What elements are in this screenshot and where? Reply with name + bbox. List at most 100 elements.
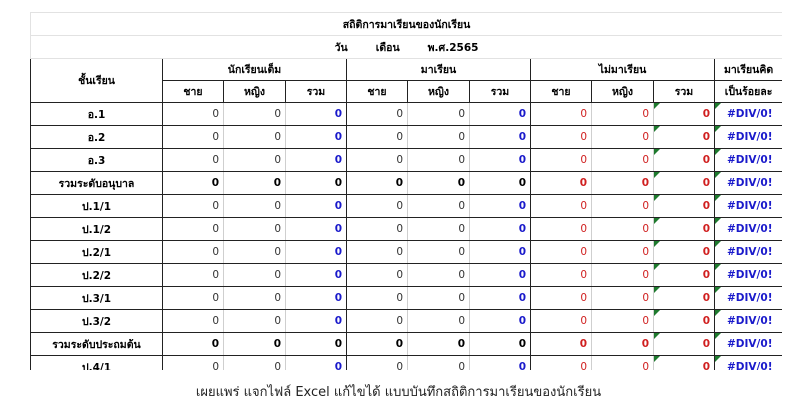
- present-female-cell[interactable]: 0: [407, 148, 470, 172]
- absent-total-cell[interactable]: 0: [653, 217, 715, 241]
- full-female-cell[interactable]: 0: [223, 286, 286, 310]
- absent-male-cell[interactable]: 0: [530, 102, 592, 126]
- present-total-cell[interactable]: 0: [469, 332, 531, 356]
- full-male-cell[interactable]: 0: [162, 355, 224, 370]
- full-total-cell[interactable]: 0: [285, 332, 347, 356]
- present-total-cell[interactable]: 0: [469, 286, 531, 310]
- grade-cell[interactable]: ป.2/1: [30, 240, 163, 264]
- full-total-cell[interactable]: 0: [285, 286, 347, 310]
- present-total-cell[interactable]: 0: [469, 240, 531, 264]
- present-male-cell[interactable]: 0: [346, 125, 408, 149]
- absent-male-cell[interactable]: 0: [530, 217, 592, 241]
- absent-female-cell[interactable]: 0: [591, 309, 654, 333]
- full-male-cell[interactable]: 0: [162, 217, 224, 241]
- percent-cell[interactable]: #DIV/0!: [713, 286, 782, 310]
- present-female-cell[interactable]: 0: [407, 194, 470, 218]
- present-female-cell[interactable]: 0: [407, 309, 470, 333]
- full-male-cell[interactable]: 0: [162, 102, 224, 126]
- full-total-cell[interactable]: 0: [285, 309, 347, 333]
- present-male-cell[interactable]: 0: [346, 217, 408, 241]
- header-present-male[interactable]: ชาย: [346, 80, 408, 103]
- present-male-cell[interactable]: 0: [346, 240, 408, 264]
- full-male-cell[interactable]: 0: [162, 286, 224, 310]
- absent-total-cell[interactable]: 0: [653, 171, 715, 195]
- grade-cell[interactable]: ป.3/1: [30, 286, 163, 310]
- absent-female-cell[interactable]: 0: [591, 148, 654, 172]
- absent-female-cell[interactable]: 0: [591, 332, 654, 356]
- full-female-cell[interactable]: 0: [223, 194, 286, 218]
- present-total-cell[interactable]: 0: [469, 125, 531, 149]
- full-male-cell[interactable]: 0: [162, 125, 224, 149]
- present-total-cell[interactable]: 0: [469, 263, 531, 287]
- full-female-cell[interactable]: 0: [223, 355, 286, 370]
- present-total-cell[interactable]: 0: [469, 309, 531, 333]
- full-total-cell[interactable]: 0: [285, 148, 347, 172]
- absent-female-cell[interactable]: 0: [591, 263, 654, 287]
- grade-cell[interactable]: ป.1/2: [30, 217, 163, 241]
- absent-male-cell[interactable]: 0: [530, 355, 592, 370]
- full-total-cell[interactable]: 0: [285, 102, 347, 126]
- full-female-cell[interactable]: 0: [223, 309, 286, 333]
- percent-cell[interactable]: #DIV/0!: [713, 217, 782, 241]
- absent-total-cell[interactable]: 0: [653, 148, 715, 172]
- absent-female-cell[interactable]: 0: [591, 217, 654, 241]
- header-full[interactable]: นักเรียนเต็ม: [162, 58, 347, 81]
- grade-cell[interactable]: ป.4/1: [30, 355, 163, 370]
- header-percent-2[interactable]: เป็นร้อยละ: [713, 80, 782, 103]
- present-male-cell[interactable]: 0: [346, 171, 408, 195]
- grade-cell[interactable]: ป.2/2: [30, 263, 163, 287]
- header-absent-male[interactable]: ชาย: [530, 80, 592, 103]
- absent-total-cell[interactable]: 0: [653, 286, 715, 310]
- full-female-cell[interactable]: 0: [223, 171, 286, 195]
- absent-female-cell[interactable]: 0: [591, 171, 654, 195]
- absent-male-cell[interactable]: 0: [530, 240, 592, 264]
- present-total-cell[interactable]: 0: [469, 171, 531, 195]
- absent-total-cell[interactable]: 0: [653, 309, 715, 333]
- present-total-cell[interactable]: 0: [469, 148, 531, 172]
- present-male-cell[interactable]: 0: [346, 309, 408, 333]
- full-male-cell[interactable]: 0: [162, 171, 224, 195]
- absent-total-cell[interactable]: 0: [653, 125, 715, 149]
- header-grade[interactable]: ชั้นเรียน: [30, 58, 163, 103]
- absent-female-cell[interactable]: 0: [591, 286, 654, 310]
- present-total-cell[interactable]: 0: [469, 217, 531, 241]
- full-male-cell[interactable]: 0: [162, 309, 224, 333]
- full-total-cell[interactable]: 0: [285, 355, 347, 370]
- absent-total-cell[interactable]: 0: [653, 194, 715, 218]
- absent-female-cell[interactable]: 0: [591, 194, 654, 218]
- absent-male-cell[interactable]: 0: [530, 171, 592, 195]
- full-total-cell[interactable]: 0: [285, 217, 347, 241]
- grade-cell[interactable]: รวมระดับประถมต้น: [30, 332, 163, 356]
- full-total-cell[interactable]: 0: [285, 194, 347, 218]
- full-female-cell[interactable]: 0: [223, 263, 286, 287]
- present-female-cell[interactable]: 0: [407, 332, 470, 356]
- full-female-cell[interactable]: 0: [223, 217, 286, 241]
- date-row[interactable]: วัน เดือน พ.ศ.2565: [30, 35, 782, 59]
- full-male-cell[interactable]: 0: [162, 332, 224, 356]
- absent-total-cell[interactable]: 0: [653, 355, 715, 370]
- full-total-cell[interactable]: 0: [285, 171, 347, 195]
- present-male-cell[interactable]: 0: [346, 102, 408, 126]
- percent-cell[interactable]: #DIV/0!: [713, 355, 782, 370]
- full-male-cell[interactable]: 0: [162, 240, 224, 264]
- full-female-cell[interactable]: 0: [223, 102, 286, 126]
- present-male-cell[interactable]: 0: [346, 194, 408, 218]
- present-total-cell[interactable]: 0: [469, 194, 531, 218]
- percent-cell[interactable]: #DIV/0!: [713, 309, 782, 333]
- absent-male-cell[interactable]: 0: [530, 286, 592, 310]
- absent-female-cell[interactable]: 0: [591, 240, 654, 264]
- absent-male-cell[interactable]: 0: [530, 125, 592, 149]
- grade-cell[interactable]: ป.1/1: [30, 194, 163, 218]
- present-female-cell[interactable]: 0: [407, 217, 470, 241]
- percent-cell[interactable]: #DIV/0!: [713, 125, 782, 149]
- grade-cell[interactable]: ป.3/2: [30, 309, 163, 333]
- header-absent-female[interactable]: หญิง: [591, 80, 654, 103]
- header-present-total[interactable]: รวม: [469, 80, 531, 103]
- header-full-male[interactable]: ชาย: [162, 80, 224, 103]
- full-male-cell[interactable]: 0: [162, 194, 224, 218]
- header-absent[interactable]: ไม่มาเรียน: [530, 58, 715, 81]
- grade-cell[interactable]: อ.1: [30, 102, 163, 126]
- absent-male-cell[interactable]: 0: [530, 263, 592, 287]
- present-male-cell[interactable]: 0: [346, 148, 408, 172]
- header-present[interactable]: มาเรียน: [346, 58, 531, 81]
